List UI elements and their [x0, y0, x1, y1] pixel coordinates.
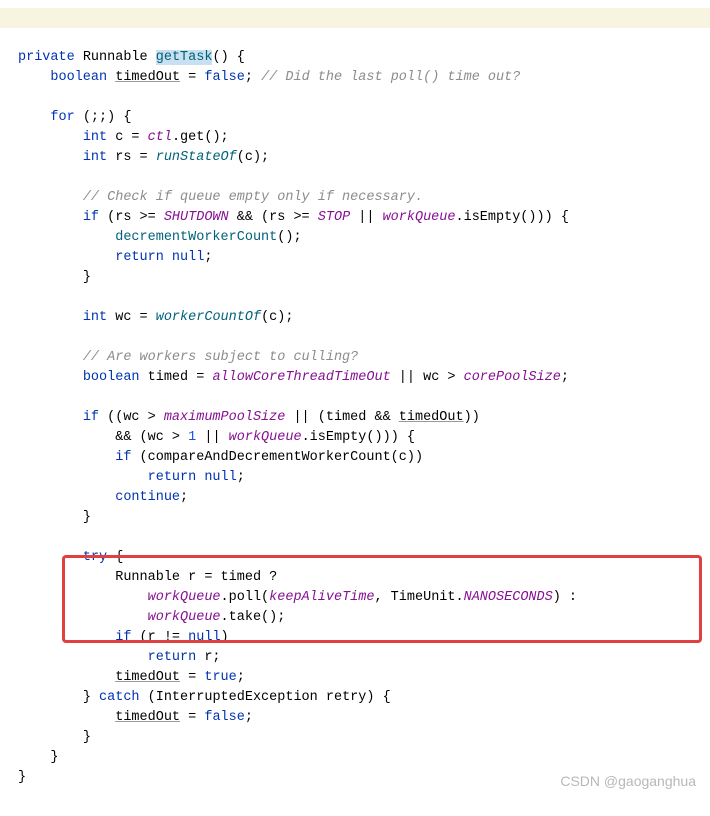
kw-return-null: return null	[115, 250, 204, 265]
text: =	[180, 670, 204, 685]
kw-private: private	[18, 50, 75, 65]
text: (c);	[237, 150, 269, 165]
text: ||	[196, 430, 228, 445]
text: ();	[277, 230, 301, 245]
text: =	[180, 710, 204, 725]
method-name: getTask	[156, 50, 213, 65]
text: ((wc >	[99, 410, 164, 425]
kw-try: try	[83, 550, 107, 565]
var-timedout: timedOut	[115, 710, 180, 725]
kw-int: int	[83, 150, 107, 165]
var-timedout: timedOut	[115, 670, 180, 685]
var-timedout: timedOut	[399, 410, 464, 425]
kw-if: if	[115, 630, 131, 645]
code-block: private Runnable getTask() { boolean tim…	[0, 0, 710, 816]
brace: }	[50, 750, 58, 765]
text: (r !=	[131, 630, 188, 645]
text: () {	[212, 50, 244, 65]
text: || wc >	[391, 370, 464, 385]
field-maximumpoolsize: maximumPoolSize	[164, 410, 286, 425]
kw-continue: continue	[115, 490, 180, 505]
kw-catch: catch	[99, 690, 140, 705]
text: .poll(	[221, 590, 270, 605]
code-content: private Runnable getTask() { boolean tim…	[18, 48, 710, 788]
text: && (rs >=	[229, 210, 318, 225]
field-workqueue: workQueue	[148, 590, 221, 605]
text: c =	[107, 130, 148, 145]
kw-true: true	[204, 670, 236, 685]
text: ||	[350, 210, 382, 225]
text: (c);	[261, 310, 293, 325]
field-workqueue: workQueue	[148, 610, 221, 625]
text: .get();	[172, 130, 229, 145]
text: ;	[180, 490, 188, 505]
comment: // Did the last poll() time out?	[261, 70, 520, 85]
method-runstateof: runStateOf	[156, 150, 237, 165]
text: r = timed ?	[180, 570, 277, 585]
type-runnable: Runnable	[115, 570, 180, 585]
brace: }	[83, 270, 91, 285]
text: .take();	[221, 610, 286, 625]
kw-if: if	[83, 210, 99, 225]
field-corepoolsize: corePoolSize	[464, 370, 561, 385]
text: wc =	[107, 310, 156, 325]
text: && (wc >	[115, 430, 188, 445]
kw-if: if	[83, 410, 99, 425]
const-stop: STOP	[318, 210, 350, 225]
method-workercountof: workerCountOf	[156, 310, 261, 325]
text: (rs >=	[99, 210, 164, 225]
kw-false: false	[204, 70, 245, 85]
text: =	[180, 70, 204, 85]
text: timed =	[140, 370, 213, 385]
text: ;	[204, 250, 212, 265]
type-runnable: Runnable	[83, 50, 148, 65]
kw-int: int	[83, 310, 107, 325]
text: )	[221, 630, 229, 645]
text: ) :	[553, 590, 577, 605]
text: (;;) {	[75, 110, 132, 125]
text: ))	[464, 410, 480, 425]
text: r;	[196, 650, 220, 665]
comment: // Are workers subject to culling?	[83, 350, 358, 365]
kw-int: int	[83, 130, 107, 145]
text: ;	[237, 670, 245, 685]
method-decrementworkercount: decrementWorkerCount	[115, 230, 277, 245]
kw-for: for	[50, 110, 74, 125]
brace: }	[83, 730, 91, 745]
field-workqueue: workQueue	[229, 430, 302, 445]
text: ;	[237, 470, 245, 485]
field-keepalivetime: keepAliveTime	[269, 590, 374, 605]
watermark: CSDN @gaoganghua	[560, 771, 696, 791]
kw-boolean: boolean	[83, 370, 140, 385]
const-nanoseconds: NANOSECONDS	[464, 590, 553, 605]
text: .isEmpty())) {	[456, 210, 569, 225]
text: }	[83, 690, 99, 705]
text: (InterruptedException retry) {	[140, 690, 391, 705]
kw-return: return	[148, 650, 197, 665]
text: || (timed &&	[285, 410, 398, 425]
text: ;	[245, 70, 261, 85]
field-ctl: ctl	[148, 130, 172, 145]
text: rs =	[107, 150, 156, 165]
brace: }	[83, 510, 91, 525]
kw-null: null	[188, 630, 220, 645]
field-allowcorethreadtimeout: allowCoreThreadTimeOut	[212, 370, 390, 385]
brace: }	[18, 770, 26, 785]
kw-false: false	[204, 710, 245, 725]
text: , TimeUnit.	[374, 590, 463, 605]
kw-return-null: return null	[148, 470, 237, 485]
text: (compareAndDecrementWorkerCount(c))	[131, 450, 423, 465]
var-timedout: timedOut	[115, 70, 180, 85]
field-workqueue: workQueue	[383, 210, 456, 225]
method-signature-highlight	[0, 8, 710, 28]
text: {	[107, 550, 123, 565]
kw-if: if	[115, 450, 131, 465]
const-shutdown: SHUTDOWN	[164, 210, 229, 225]
text: .isEmpty())) {	[302, 430, 415, 445]
comment: // Check if queue empty only if necessar…	[83, 190, 423, 205]
text: ;	[245, 710, 253, 725]
text: ;	[561, 370, 569, 385]
kw-boolean: boolean	[50, 70, 107, 85]
